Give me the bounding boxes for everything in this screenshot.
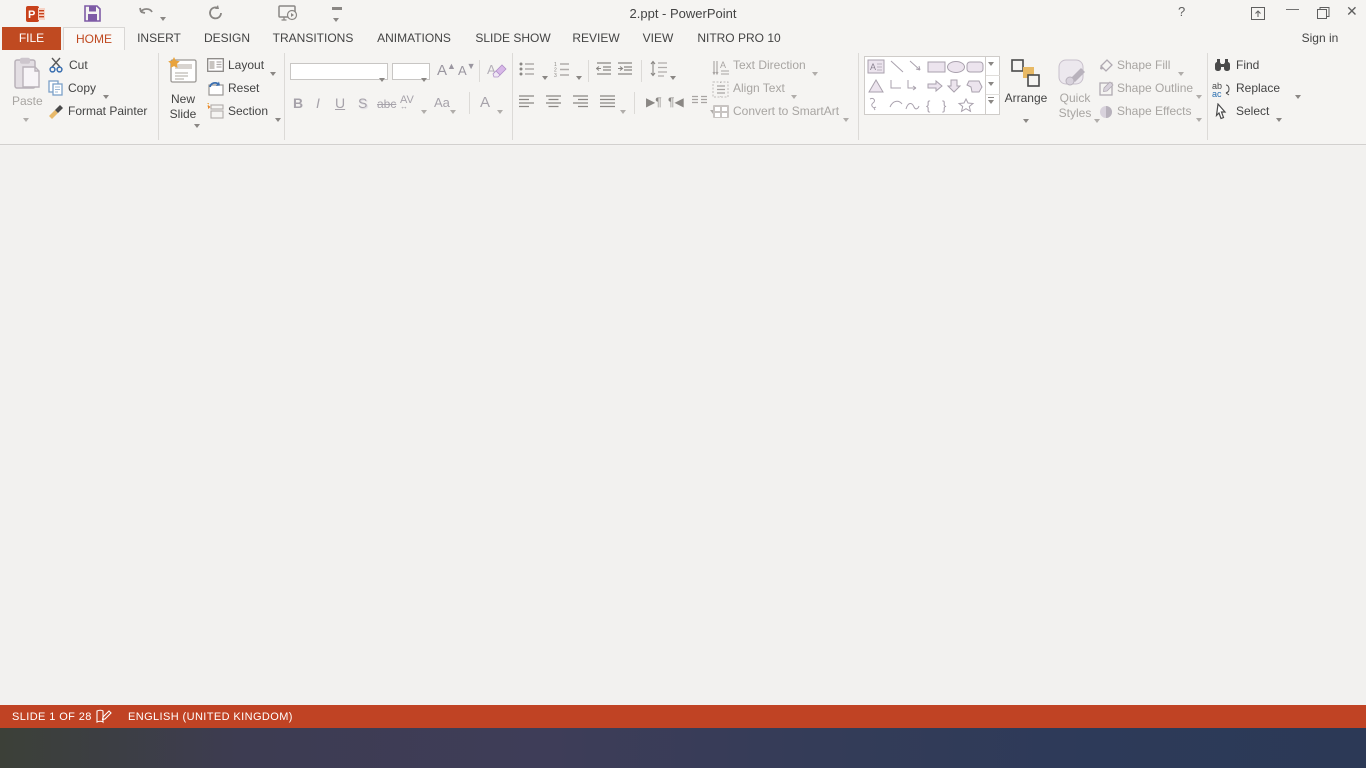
- svg-text:{: {: [926, 98, 931, 113]
- svg-text:A: A: [720, 60, 726, 70]
- svg-text:P: P: [28, 9, 35, 21]
- svg-text:A: A: [870, 62, 876, 72]
- svg-text:3: 3: [554, 73, 557, 77]
- svg-text:}: }: [942, 98, 947, 113]
- svg-text:ac: ac: [1212, 89, 1222, 97]
